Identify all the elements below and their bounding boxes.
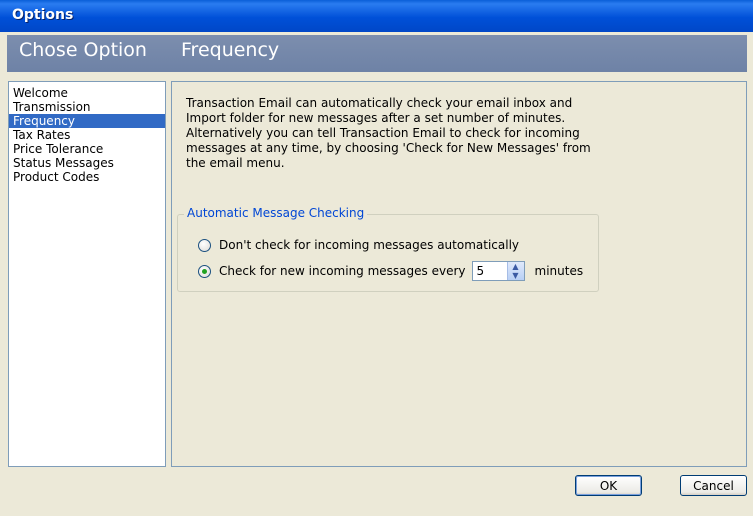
title-bar[interactable]: Options xyxy=(0,0,753,32)
no-auto-check-radio[interactable] xyxy=(198,238,211,252)
page-title: Frequency xyxy=(181,39,280,61)
sidebar-item-price-tolerance[interactable]: Price Tolerance xyxy=(9,142,165,156)
sidebar-item-frequency[interactable]: Frequency xyxy=(9,114,165,128)
interval-stepper[interactable]: 5 ▲ ▼ xyxy=(471,261,525,281)
sidebar-item-status-messages[interactable]: Status Messages xyxy=(9,156,165,170)
interval-value-input[interactable]: 5 xyxy=(473,262,507,280)
interval-check-radio[interactable] xyxy=(198,264,211,278)
window-title: Options xyxy=(12,7,74,23)
options-header: Chose Option Frequency xyxy=(7,35,747,72)
settings-panel: Transaction Email can automatically chec… xyxy=(171,81,747,467)
section-label: Chose Option xyxy=(19,39,147,61)
no-auto-check-label[interactable]: Don't check for incoming messages automa… xyxy=(219,238,519,252)
sidebar-item-product-codes[interactable]: Product Codes xyxy=(9,170,165,184)
frequency-description: Transaction Email can automatically chec… xyxy=(186,96,591,170)
stepper-down-icon[interactable]: ▼ xyxy=(508,271,524,280)
interval-check-label[interactable]: Check for new incoming messages every xyxy=(219,264,466,278)
stepper-up-icon[interactable]: ▲ xyxy=(508,262,524,271)
sidebar-item-welcome[interactable]: Welcome xyxy=(9,86,165,100)
automatic-message-checking-group: Automatic Message Checking Don't check f… xyxy=(177,206,599,292)
cancel-button[interactable]: Cancel xyxy=(680,475,747,496)
option-no-auto-check[interactable]: Don't check for incoming messages automa… xyxy=(198,236,519,254)
option-interval-check[interactable]: Check for new incoming messages every 5 … xyxy=(198,261,584,281)
group-legend: Automatic Message Checking xyxy=(184,206,368,220)
sidebar-item-transmission[interactable]: Transmission xyxy=(9,100,165,114)
interval-unit-label: minutes xyxy=(534,264,584,278)
sidebar-item-tax-rates[interactable]: Tax Rates xyxy=(9,128,165,142)
ok-button[interactable]: OK xyxy=(575,475,642,496)
options-list[interactable]: Welcome Transmission Frequency Tax Rates… xyxy=(8,81,166,467)
